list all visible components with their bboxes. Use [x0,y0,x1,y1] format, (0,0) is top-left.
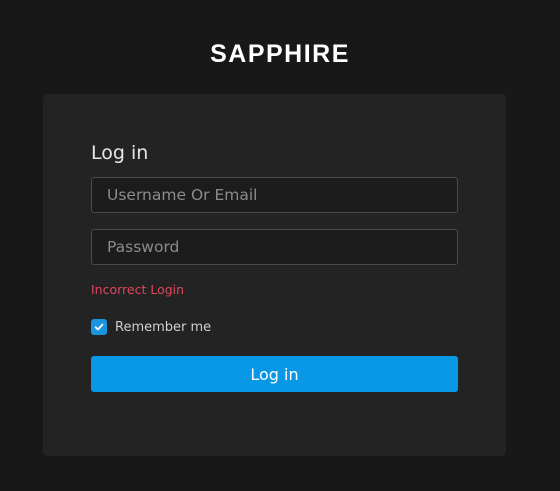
checkmark-icon [94,323,104,331]
login-card: Log in Incorrect Login Remember me Log i… [43,94,506,456]
remember-me-toggle[interactable]: Remember me [91,319,211,335]
remember-me-checkbox[interactable] [91,319,107,335]
login-error-message: Incorrect Login [91,282,185,297]
sapphire-logo: SAPPHIRE [210,40,350,68]
login-button[interactable]: Log in [91,356,458,392]
remember-me-label: Remember me [115,319,212,335]
password-input[interactable] [91,229,458,265]
login-title: Log in [91,142,149,164]
username-input[interactable] [91,177,458,213]
